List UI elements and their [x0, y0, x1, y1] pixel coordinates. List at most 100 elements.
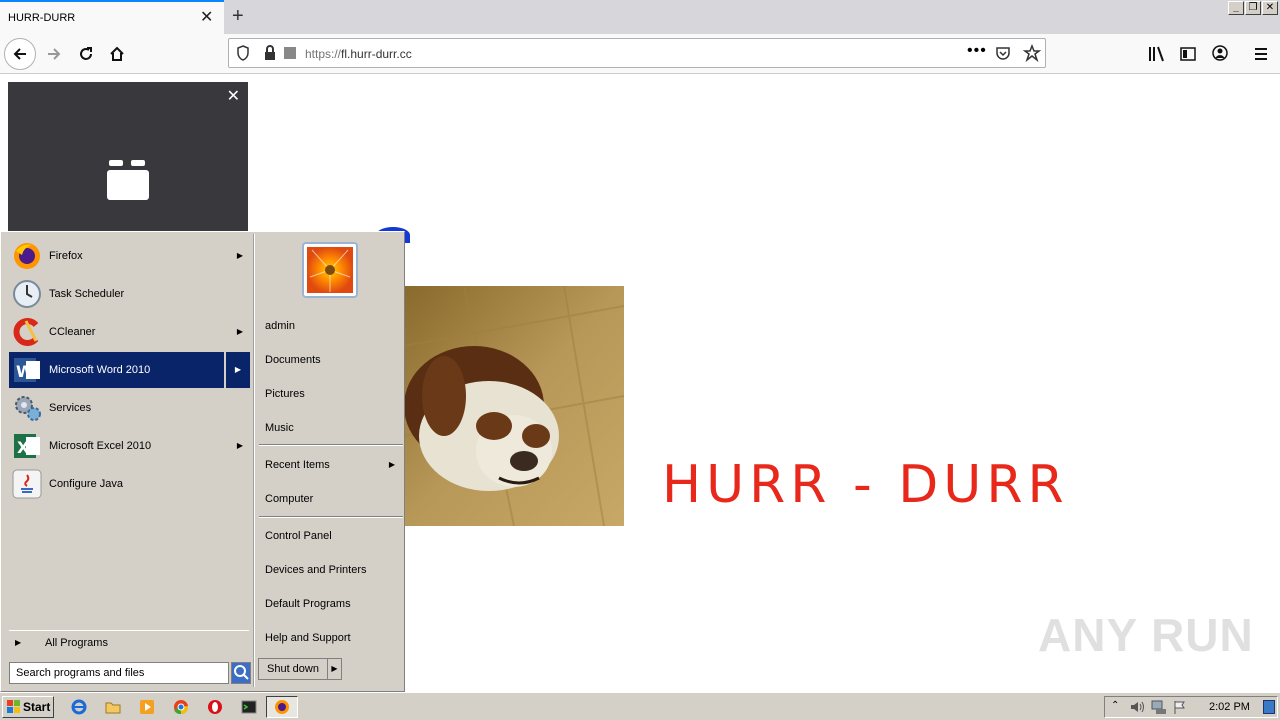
program-microsoft-excel[interactable]: X Microsoft Excel 2010 ▶	[9, 428, 249, 464]
all-programs-arrow-icon: ▶	[15, 638, 22, 647]
url-bar[interactable]: https://fl.hurr-durr.cc •••	[228, 38, 1046, 68]
start-label: Start	[23, 700, 51, 714]
sidebar-icon[interactable]	[1180, 46, 1196, 62]
program-label: Microsoft Excel 2010	[49, 440, 152, 452]
tab-hurr-durr[interactable]: HURR-DURR ✕	[0, 0, 224, 34]
search-button[interactable]	[231, 662, 251, 684]
back-button[interactable]	[4, 38, 36, 70]
minimize-icon[interactable]: _	[1228, 1, 1244, 15]
ie-icon[interactable]	[70, 698, 88, 716]
place-music[interactable]: Music	[265, 418, 399, 438]
program-microsoft-word[interactable]: W Microsoft Word 2010 ▶	[9, 352, 250, 388]
place-help-and-support[interactable]: Help and Support	[265, 628, 399, 648]
search-placeholder: Search programs and files	[16, 667, 145, 679]
places-separator	[259, 516, 403, 518]
place-recent-items[interactable]: Recent Items ▶	[265, 455, 399, 475]
anyrun-watermark: ANY RUN	[1038, 608, 1254, 662]
program-task-scheduler[interactable]: Task Scheduler	[9, 276, 249, 312]
firefox-icon	[275, 700, 289, 714]
new-tab-icon[interactable]: +	[232, 5, 244, 27]
reload-button[interactable]	[70, 38, 102, 70]
flower-icon	[307, 247, 353, 293]
system-tray: ⌃ 2:02 PM	[1104, 696, 1278, 718]
start-search-input[interactable]: Search programs and files	[9, 662, 229, 684]
show-hidden-icons-icon[interactable]: ⌃	[1111, 700, 1119, 711]
home-icon	[110, 46, 124, 61]
more-actions-icon[interactable]: •••	[967, 42, 987, 60]
notification-close-icon[interactable]: ✕	[227, 86, 240, 106]
back-arrow-icon	[13, 48, 26, 60]
opera-icon[interactable]	[206, 698, 224, 716]
tab-title: HURR-DURR	[8, 12, 76, 24]
pocket-icon[interactable]	[995, 45, 1011, 61]
gears-icon	[11, 392, 43, 424]
submenu-arrow-icon: ▶	[388, 460, 395, 469]
places-separator	[259, 444, 403, 446]
user-picture[interactable]	[302, 242, 358, 298]
home-button[interactable]	[101, 38, 133, 70]
programs-pane: Firefox ▶ Task Scheduler CCleaner ▶ W Mi…	[3, 234, 253, 687]
shield-icon[interactable]	[235, 44, 251, 62]
bulldog-photo	[404, 286, 624, 526]
terminal-icon[interactable]	[240, 698, 258, 716]
media-player-icon[interactable]	[138, 698, 156, 716]
url-text[interactable]: https://fl.hurr-durr.cc	[305, 47, 412, 61]
program-label: CCleaner	[49, 326, 96, 338]
page-info-icon[interactable]	[283, 44, 297, 62]
place-default-programs[interactable]: Default Programs	[265, 594, 399, 614]
chrome-icon[interactable]	[172, 698, 190, 716]
url-host: fl.hurr-durr.cc	[341, 47, 412, 61]
shutdown-button[interactable]: Shut down ▶	[258, 658, 342, 680]
hurr-durr-headline: HURR - DURR	[662, 455, 1069, 515]
svg-text:W: W	[16, 362, 34, 381]
place-pictures[interactable]: Pictures	[265, 384, 399, 404]
place-control-panel[interactable]: Control Panel	[265, 526, 399, 546]
reload-icon	[80, 47, 92, 60]
shutdown-options-arrow-icon[interactable]: ▶	[327, 658, 341, 680]
program-label: Microsoft Word 2010	[49, 364, 151, 376]
submenu-arrow-icon: ▶	[236, 251, 243, 260]
bookmark-star-icon[interactable]	[1023, 44, 1041, 62]
program-services[interactable]: Services	[9, 390, 249, 426]
program-configure-java[interactable]: Configure Java	[9, 466, 249, 502]
submenu-arrow-icon: ▶	[234, 365, 241, 374]
restore-icon[interactable]: ❐	[1245, 1, 1261, 15]
clock[interactable]: 2:02 PM	[1209, 701, 1250, 713]
action-center-flag-icon[interactable]	[1173, 700, 1187, 714]
network-icon[interactable]	[1151, 700, 1167, 714]
java-icon	[11, 468, 43, 500]
windows-logo-icon	[7, 700, 20, 713]
start-button[interactable]: Start	[2, 696, 54, 718]
program-firefox[interactable]: Firefox ▶	[9, 238, 249, 274]
all-programs-label: All Programs	[45, 637, 108, 649]
volume-icon[interactable]	[1129, 700, 1145, 714]
recent-items-label: Recent Items	[265, 459, 330, 471]
close-window-icon[interactable]: ✕	[1262, 1, 1278, 15]
explorer-folder-icon[interactable]	[104, 698, 122, 716]
program-ccleaner[interactable]: CCleaner ▶	[9, 314, 249, 350]
all-programs-button[interactable]: ▶ All Programs	[9, 630, 249, 654]
lock-icon[interactable]	[263, 44, 277, 62]
taskbar: Start ⌃ 2:02 PM	[0, 692, 1280, 720]
place-devices-and-printers[interactable]: Devices and Printers	[265, 560, 399, 580]
program-label: Configure Java	[49, 478, 123, 490]
hamburger-menu-icon[interactable]	[1253, 46, 1269, 62]
taskbar-firefox-button[interactable]	[266, 696, 298, 718]
place-computer[interactable]: Computer	[265, 489, 399, 509]
program-label: Firefox	[49, 250, 83, 262]
tab-close-icon[interactable]: ✕	[200, 9, 213, 27]
clock-icon	[11, 278, 43, 310]
svg-text:X: X	[17, 438, 30, 457]
submenu-arrow-icon: ▶	[236, 441, 243, 450]
tab-bar: HURR-DURR ✕ + _ ❐ ✕	[0, 0, 1280, 34]
url-scheme: https://	[305, 47, 342, 61]
show-desktop-icon[interactable]	[1263, 700, 1275, 714]
account-icon[interactable]	[1212, 45, 1228, 61]
forward-button[interactable]	[38, 38, 70, 70]
library-icon[interactable]	[1148, 46, 1166, 62]
place-admin[interactable]: admin	[265, 316, 399, 336]
bulldog-image	[404, 286, 624, 526]
place-documents[interactable]: Documents	[265, 350, 399, 370]
window-tabs-icon	[107, 160, 149, 200]
search-icon	[234, 665, 249, 680]
